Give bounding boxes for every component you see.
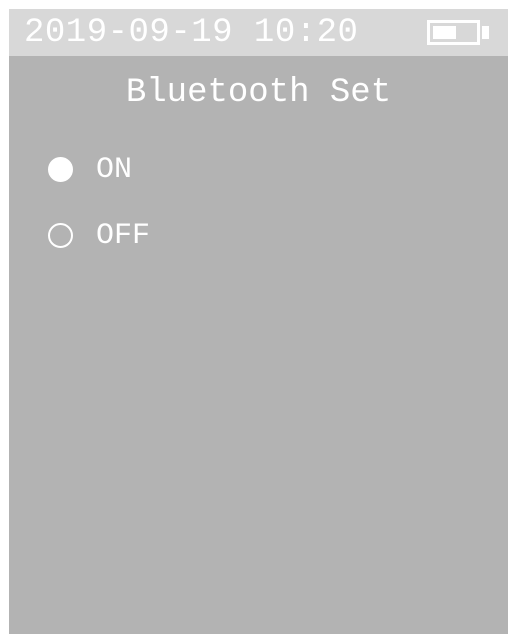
bluetooth-on-option[interactable]: ON <box>45 150 345 190</box>
status-datetime: 2019-09-19 10:20 <box>24 14 359 52</box>
battery-level-fill <box>433 26 456 39</box>
bluetooth-off-option[interactable]: OFF <box>45 216 345 256</box>
device-screen: 2019-09-19 10:20 Bluetooth Set ON OFF <box>9 9 508 634</box>
radio-unselected-icon[interactable] <box>48 223 73 248</box>
status-bar: 2019-09-19 10:20 <box>9 9 508 56</box>
option-label-on: ON <box>96 153 133 187</box>
option-label-off: OFF <box>96 219 151 253</box>
page-title: Bluetooth Set <box>125 74 392 112</box>
radio-selected-icon[interactable] <box>48 157 73 182</box>
battery-tip-icon <box>482 26 489 39</box>
battery-icon <box>427 20 480 45</box>
